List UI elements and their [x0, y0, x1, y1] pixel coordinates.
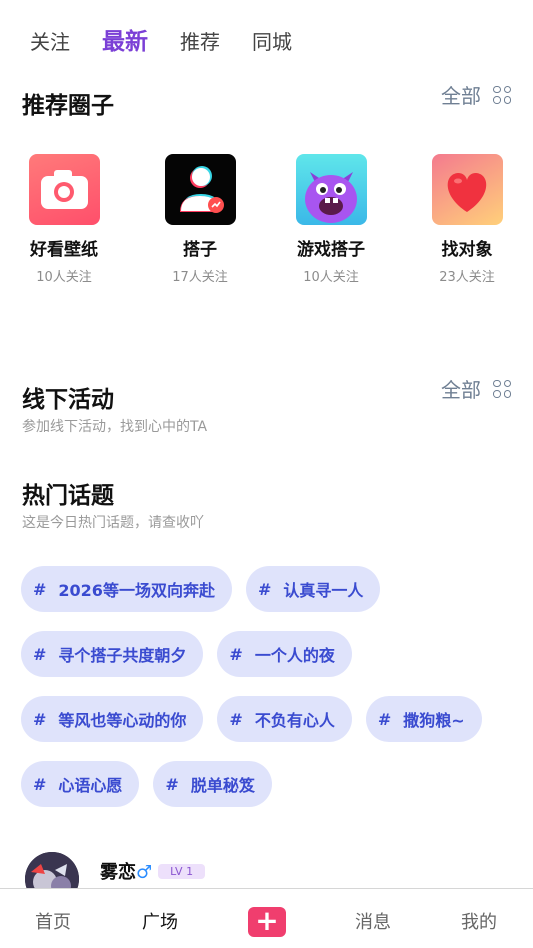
bottom-nav: 首页 广场 + 消息 我的 — [0, 888, 533, 948]
topic-row: #2026等一场双向奔赴 # 认真寻一人 — [21, 566, 521, 612]
level-badge: LV 1 — [158, 864, 206, 879]
hash-icon: # — [33, 644, 47, 664]
hash-icon: # — [33, 774, 47, 794]
people-icon — [164, 154, 236, 225]
grid-icon — [493, 85, 511, 104]
recommended-all-label: 全部 — [441, 84, 481, 108]
tab-following[interactable]: 关注 — [30, 26, 70, 58]
topic-chip[interactable]: # 不负有心人 — [217, 696, 352, 742]
hash-icon: # — [257, 579, 272, 599]
topic-label: 撒狗粮~ — [403, 711, 465, 730]
topic-chip[interactable]: # 脱单秘笈 — [153, 761, 272, 807]
post-author-info: 雾恋♂ LV 1 — [100, 858, 206, 884]
camera-icon — [28, 154, 100, 225]
tab-latest[interactable]: 最新 — [102, 26, 148, 58]
circle-item-wallpaper[interactable]: 好看壁纸 10人关注 — [9, 154, 119, 285]
hot-topics-title: 热门话题 — [22, 483, 114, 509]
circle-item-game-buddy[interactable]: 游戏搭子 10人关注 — [276, 154, 386, 285]
hash-icon: # — [33, 579, 47, 599]
nav-home[interactable]: 首页 — [35, 908, 71, 934]
recommended-circles-title: 推荐圈子 — [22, 93, 114, 119]
circle-list: 好看壁纸 10人关注 搭子 17人关注 游戏搭子 10人关注 找对象 23人关注 — [0, 154, 533, 289]
topic-list: #2026等一场双向奔赴 # 认真寻一人 # 寻个搭子共度朝夕 # 一个人的夜 # 等风… — [21, 566, 521, 826]
hash-icon: # — [229, 709, 243, 729]
create-post-button[interactable]: + — [248, 907, 286, 937]
circle-followers: 10人关注 — [36, 270, 92, 285]
circle-name: 好看壁纸 — [30, 240, 98, 260]
tab-nearby[interactable]: 同城 — [252, 26, 292, 58]
username[interactable]: 雾恋 — [100, 862, 136, 883]
topic-row: # 寻个搭子共度朝夕 # 一个人的夜 — [21, 631, 521, 677]
topic-chip[interactable]: # 一个人的夜 — [217, 631, 352, 677]
hash-icon: # — [165, 774, 179, 794]
circle-name: 找对象 — [441, 240, 493, 260]
topic-label: 等风也等心动的你 — [58, 711, 187, 730]
circle-item-buddy[interactable]: 搭子 17人关注 — [145, 154, 255, 285]
topic-chip[interactable]: # 撒狗粮~ — [365, 696, 482, 742]
circle-followers: 17人关注 — [172, 270, 228, 285]
topic-chip[interactable]: # 等风也等心动的你 — [21, 696, 204, 742]
hot-topics-subtitle: 这是今日热门话题，请查收吖 — [22, 515, 204, 531]
topic-row: # 心语心愿 # 脱单秘笈 — [21, 761, 521, 807]
topic-label: 不负有心人 — [254, 711, 335, 730]
plus-icon: + — [255, 904, 279, 937]
topic-chip[interactable]: #2026等一场双向奔赴 — [21, 566, 232, 612]
topic-chip[interactable]: # 心语心愿 — [21, 761, 140, 807]
topic-chip[interactable]: # 寻个搭子共度朝夕 — [21, 631, 204, 677]
topic-label: 脱单秘笈 — [190, 776, 255, 795]
feed-tabs: 关注 最新 推荐 同城 — [30, 26, 324, 58]
tab-recommended[interactable]: 推荐 — [180, 26, 220, 58]
topic-label: 2026等一场双向奔赴 — [58, 581, 215, 600]
monster-icon — [295, 154, 367, 225]
topic-label: 一个人的夜 — [254, 646, 335, 665]
hash-icon: # — [33, 709, 47, 729]
topic-label: 心语心愿 — [58, 776, 123, 795]
grid-icon — [493, 379, 511, 398]
hash-icon: # — [377, 709, 392, 729]
recommended-all-link[interactable]: 全部 — [441, 80, 511, 109]
circle-name: 游戏搭子 — [297, 240, 365, 260]
offline-activities-title: 线下活动 — [22, 387, 114, 413]
male-icon: ♂ — [136, 862, 153, 883]
hash-icon: # — [229, 644, 243, 664]
offline-activities-subtitle: 参加线下活动，找到心中的TA — [22, 419, 208, 435]
circle-item-dating[interactable]: 找对象 23人关注 — [412, 154, 522, 285]
nav-mine[interactable]: 我的 — [461, 908, 497, 934]
circle-followers: 10人关注 — [303, 270, 359, 285]
topic-label: 认真寻一人 — [283, 581, 364, 600]
nav-plaza[interactable]: 广场 — [142, 908, 178, 934]
topic-row: # 等风也等心动的你 # 不负有心人 # 撒狗粮~ — [21, 696, 521, 742]
topic-chip[interactable]: # 认真寻一人 — [245, 566, 381, 612]
circle-name: 搭子 — [183, 240, 217, 260]
nav-messages[interactable]: 消息 — [355, 908, 391, 934]
circle-followers: 23人关注 — [439, 270, 495, 285]
offline-all-link[interactable]: 全部 — [441, 374, 511, 403]
heart-icon — [431, 154, 503, 225]
offline-all-label: 全部 — [441, 378, 481, 402]
topic-label: 寻个搭子共度朝夕 — [58, 646, 187, 665]
